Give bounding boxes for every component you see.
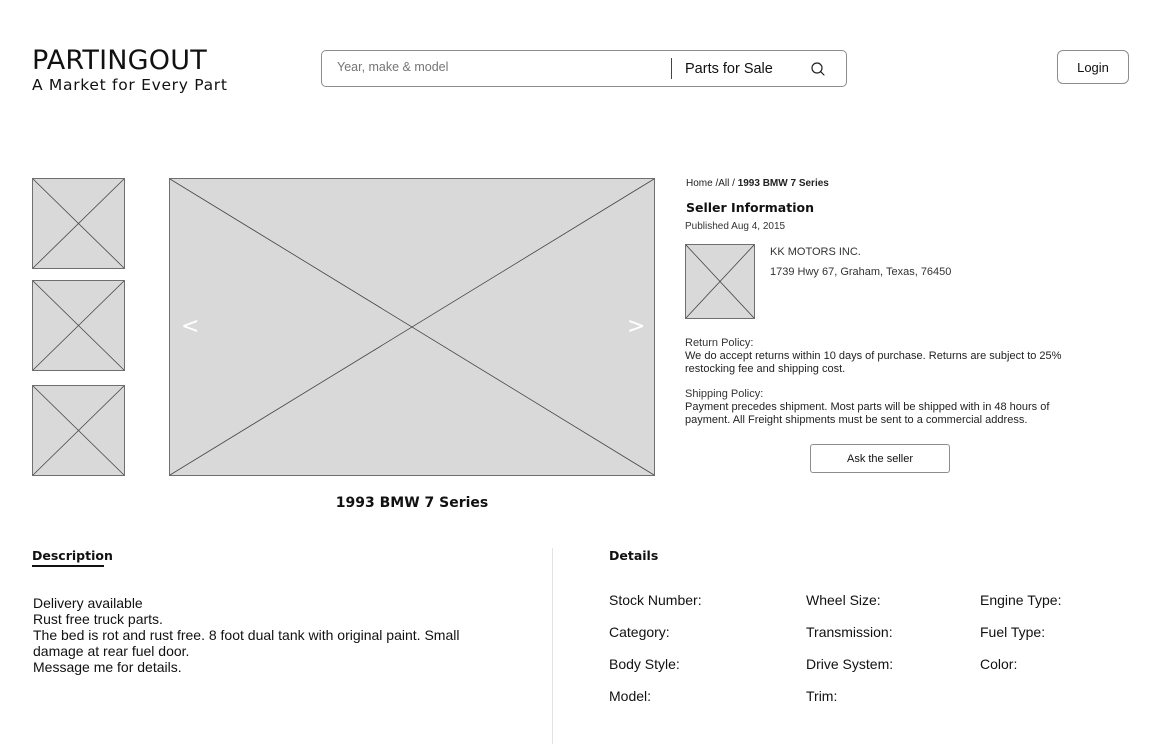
published-date: Published Aug 4, 2015 [685, 221, 786, 232]
description-line: damage at rear fuel door. [33, 643, 190, 659]
chevron-right-icon[interactable]: > [627, 316, 645, 338]
breadcrumb-path[interactable]: Home /All / [686, 178, 738, 189]
description-line: Rust free truck parts. [33, 611, 163, 627]
product-title: 1993 BMW 7 Series [335, 495, 489, 511]
seller-address: 1739 Hwy 67, Graham, Texas, 76450 [770, 266, 952, 278]
search-input[interactable] [337, 60, 657, 74]
detail-transmission: Transmission: [806, 624, 893, 640]
logo-title[interactable]: PARTINGOUT [32, 44, 207, 78]
detail-category: Category: [609, 624, 670, 640]
detail-wheel-size: Wheel Size: [806, 592, 881, 608]
description-line: Message me for details. [33, 659, 182, 675]
return-policy-text: We do accept returns within 10 days of p… [685, 350, 1062, 375]
detail-color: Color: [980, 656, 1018, 672]
detail-model: Model: [609, 688, 652, 704]
return-policy-label: Return Policy: [685, 337, 754, 349]
detail-body-style: Body Style: [609, 656, 680, 672]
section-divider [552, 548, 553, 744]
thumbnail-2[interactable] [32, 280, 125, 371]
search-category-select[interactable]: Parts for Sale [685, 61, 773, 77]
shipping-policy-text: Payment precedes shipment. Most parts wi… [685, 401, 1050, 426]
breadcrumb-current: 1993 BMW 7 Series [737, 178, 829, 189]
shipping-policy-label: Shipping Policy: [685, 388, 764, 400]
thumbnail-1[interactable] [32, 178, 125, 269]
breadcrumb: Home /All / 1993 BMW 7 Series [686, 178, 829, 189]
login-button[interactable]: Login [1057, 50, 1129, 84]
chevron-left-icon[interactable]: < [181, 316, 199, 338]
details-heading: Details [609, 548, 659, 563]
detail-engine-type: Engine Type: [980, 592, 1062, 608]
seller-name: KK MOTORS INC. [770, 246, 861, 258]
ask-seller-button[interactable]: Ask the seller [810, 444, 950, 473]
logo-tagline: A Market for Every Part [32, 76, 228, 94]
search-bar: Parts for Sale [321, 50, 847, 87]
tab-active-underline [32, 565, 104, 567]
seller-info-heading: Seller Information [686, 200, 814, 215]
seller-logo [685, 244, 755, 319]
description-line: The bed is rot and rust free. 8 foot dua… [33, 627, 460, 643]
thumbnail-3[interactable] [32, 385, 125, 476]
detail-stock-number: Stock Number: [609, 592, 702, 608]
search-divider [671, 58, 672, 79]
search-icon[interactable] [810, 61, 826, 77]
tab-description[interactable]: Description [32, 548, 113, 563]
detail-fuel-type: Fuel Type: [980, 624, 1046, 640]
detail-trim: Trim: [806, 688, 838, 704]
detail-drive-system: Drive System: [806, 656, 894, 672]
description-line: Delivery available [33, 595, 143, 611]
main-product-image [169, 178, 655, 476]
